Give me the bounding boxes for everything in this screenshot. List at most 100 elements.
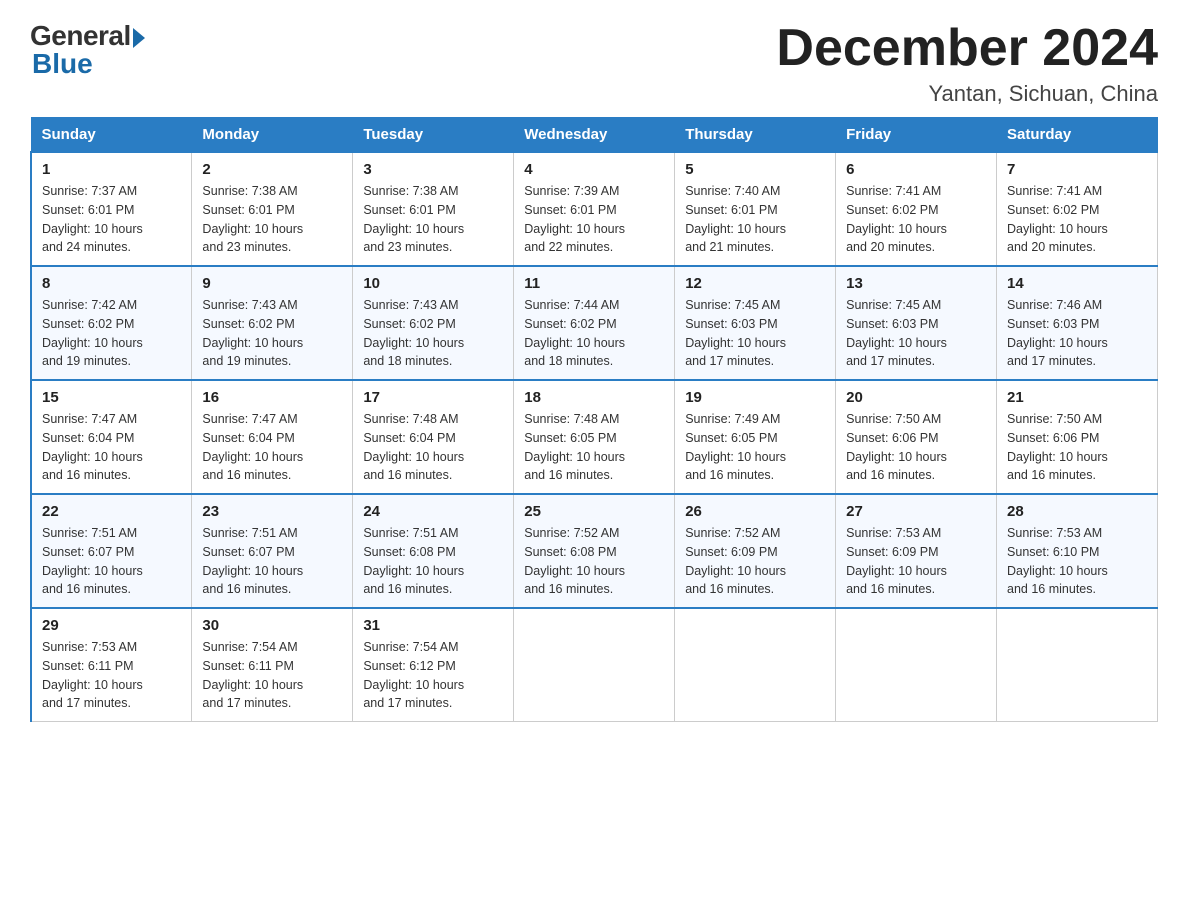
day-info: Sunrise: 7:47 AMSunset: 6:04 PMDaylight:… bbox=[202, 410, 342, 485]
day-number: 18 bbox=[524, 389, 664, 406]
day-info: Sunrise: 7:54 AMSunset: 6:12 PMDaylight:… bbox=[363, 638, 503, 713]
month-title: December 2024 bbox=[776, 20, 1158, 77]
day-number: 30 bbox=[202, 617, 342, 634]
calendar-day-cell: 21 Sunrise: 7:50 AMSunset: 6:06 PMDaylig… bbox=[997, 380, 1158, 494]
day-info: Sunrise: 7:39 AMSunset: 6:01 PMDaylight:… bbox=[524, 182, 664, 257]
logo-arrow-icon bbox=[133, 28, 145, 48]
calendar-day-cell: 1 Sunrise: 7:37 AMSunset: 6:01 PMDayligh… bbox=[31, 152, 192, 266]
day-number: 6 bbox=[846, 161, 986, 178]
calendar-day-cell bbox=[675, 608, 836, 722]
day-info: Sunrise: 7:51 AMSunset: 6:08 PMDaylight:… bbox=[363, 524, 503, 599]
day-info: Sunrise: 7:48 AMSunset: 6:04 PMDaylight:… bbox=[363, 410, 503, 485]
day-number: 5 bbox=[685, 161, 825, 178]
day-number: 24 bbox=[363, 503, 503, 520]
day-number: 15 bbox=[42, 389, 181, 406]
calendar-day-cell: 9 Sunrise: 7:43 AMSunset: 6:02 PMDayligh… bbox=[192, 266, 353, 380]
day-info: Sunrise: 7:51 AMSunset: 6:07 PMDaylight:… bbox=[202, 524, 342, 599]
calendar-day-cell: 11 Sunrise: 7:44 AMSunset: 6:02 PMDaylig… bbox=[514, 266, 675, 380]
calendar-day-cell: 15 Sunrise: 7:47 AMSunset: 6:04 PMDaylig… bbox=[31, 380, 192, 494]
day-info: Sunrise: 7:50 AMSunset: 6:06 PMDaylight:… bbox=[846, 410, 986, 485]
calendar-day-cell: 7 Sunrise: 7:41 AMSunset: 6:02 PMDayligh… bbox=[997, 152, 1158, 266]
day-info: Sunrise: 7:53 AMSunset: 6:11 PMDaylight:… bbox=[42, 638, 181, 713]
calendar-day-cell: 31 Sunrise: 7:54 AMSunset: 6:12 PMDaylig… bbox=[353, 608, 514, 722]
calendar-day-cell: 16 Sunrise: 7:47 AMSunset: 6:04 PMDaylig… bbox=[192, 380, 353, 494]
day-number: 10 bbox=[363, 275, 503, 292]
day-number: 20 bbox=[846, 389, 986, 406]
title-block: December 2024 Yantan, Sichuan, China bbox=[776, 20, 1158, 107]
day-info: Sunrise: 7:40 AMSunset: 6:01 PMDaylight:… bbox=[685, 182, 825, 257]
day-number: 3 bbox=[363, 161, 503, 178]
day-info: Sunrise: 7:41 AMSunset: 6:02 PMDaylight:… bbox=[1007, 182, 1147, 257]
calendar-day-cell: 26 Sunrise: 7:52 AMSunset: 6:09 PMDaylig… bbox=[675, 494, 836, 608]
header-sunday: Sunday bbox=[31, 118, 192, 153]
location-text: Yantan, Sichuan, China bbox=[776, 81, 1158, 107]
calendar-day-cell: 22 Sunrise: 7:51 AMSunset: 6:07 PMDaylig… bbox=[31, 494, 192, 608]
header-thursday: Thursday bbox=[675, 118, 836, 153]
day-info: Sunrise: 7:42 AMSunset: 6:02 PMDaylight:… bbox=[42, 296, 181, 371]
day-info: Sunrise: 7:47 AMSunset: 6:04 PMDaylight:… bbox=[42, 410, 181, 485]
page-header: General Blue December 2024 Yantan, Sichu… bbox=[30, 20, 1158, 107]
day-info: Sunrise: 7:51 AMSunset: 6:07 PMDaylight:… bbox=[42, 524, 181, 599]
calendar-day-cell: 13 Sunrise: 7:45 AMSunset: 6:03 PMDaylig… bbox=[836, 266, 997, 380]
week-row-4: 22 Sunrise: 7:51 AMSunset: 6:07 PMDaylig… bbox=[31, 494, 1158, 608]
day-info: Sunrise: 7:45 AMSunset: 6:03 PMDaylight:… bbox=[685, 296, 825, 371]
day-number: 1 bbox=[42, 161, 181, 178]
day-info: Sunrise: 7:50 AMSunset: 6:06 PMDaylight:… bbox=[1007, 410, 1147, 485]
day-info: Sunrise: 7:49 AMSunset: 6:05 PMDaylight:… bbox=[685, 410, 825, 485]
logo-blue-text: Blue bbox=[32, 48, 93, 80]
day-info: Sunrise: 7:53 AMSunset: 6:09 PMDaylight:… bbox=[846, 524, 986, 599]
day-info: Sunrise: 7:41 AMSunset: 6:02 PMDaylight:… bbox=[846, 182, 986, 257]
day-number: 17 bbox=[363, 389, 503, 406]
day-number: 26 bbox=[685, 503, 825, 520]
calendar-header-row: SundayMondayTuesdayWednesdayThursdayFrid… bbox=[31, 118, 1158, 153]
calendar-day-cell: 17 Sunrise: 7:48 AMSunset: 6:04 PMDaylig… bbox=[353, 380, 514, 494]
day-number: 14 bbox=[1007, 275, 1147, 292]
calendar-day-cell: 24 Sunrise: 7:51 AMSunset: 6:08 PMDaylig… bbox=[353, 494, 514, 608]
header-monday: Monday bbox=[192, 118, 353, 153]
calendar-day-cell: 27 Sunrise: 7:53 AMSunset: 6:09 PMDaylig… bbox=[836, 494, 997, 608]
week-row-2: 8 Sunrise: 7:42 AMSunset: 6:02 PMDayligh… bbox=[31, 266, 1158, 380]
calendar-day-cell bbox=[836, 608, 997, 722]
header-wednesday: Wednesday bbox=[514, 118, 675, 153]
calendar-day-cell: 28 Sunrise: 7:53 AMSunset: 6:10 PMDaylig… bbox=[997, 494, 1158, 608]
day-number: 8 bbox=[42, 275, 181, 292]
day-info: Sunrise: 7:45 AMSunset: 6:03 PMDaylight:… bbox=[846, 296, 986, 371]
calendar-day-cell: 4 Sunrise: 7:39 AMSunset: 6:01 PMDayligh… bbox=[514, 152, 675, 266]
day-info: Sunrise: 7:52 AMSunset: 6:08 PMDaylight:… bbox=[524, 524, 664, 599]
day-info: Sunrise: 7:48 AMSunset: 6:05 PMDaylight:… bbox=[524, 410, 664, 485]
day-number: 29 bbox=[42, 617, 181, 634]
day-number: 31 bbox=[363, 617, 503, 634]
day-number: 21 bbox=[1007, 389, 1147, 406]
calendar-day-cell: 29 Sunrise: 7:53 AMSunset: 6:11 PMDaylig… bbox=[31, 608, 192, 722]
day-number: 25 bbox=[524, 503, 664, 520]
day-number: 7 bbox=[1007, 161, 1147, 178]
day-number: 11 bbox=[524, 275, 664, 292]
day-number: 27 bbox=[846, 503, 986, 520]
calendar-day-cell: 18 Sunrise: 7:48 AMSunset: 6:05 PMDaylig… bbox=[514, 380, 675, 494]
header-saturday: Saturday bbox=[997, 118, 1158, 153]
calendar-day-cell: 5 Sunrise: 7:40 AMSunset: 6:01 PMDayligh… bbox=[675, 152, 836, 266]
day-number: 19 bbox=[685, 389, 825, 406]
calendar-day-cell: 25 Sunrise: 7:52 AMSunset: 6:08 PMDaylig… bbox=[514, 494, 675, 608]
week-row-1: 1 Sunrise: 7:37 AMSunset: 6:01 PMDayligh… bbox=[31, 152, 1158, 266]
week-row-5: 29 Sunrise: 7:53 AMSunset: 6:11 PMDaylig… bbox=[31, 608, 1158, 722]
day-number: 16 bbox=[202, 389, 342, 406]
day-number: 28 bbox=[1007, 503, 1147, 520]
calendar-day-cell: 6 Sunrise: 7:41 AMSunset: 6:02 PMDayligh… bbox=[836, 152, 997, 266]
day-info: Sunrise: 7:52 AMSunset: 6:09 PMDaylight:… bbox=[685, 524, 825, 599]
calendar-day-cell: 14 Sunrise: 7:46 AMSunset: 6:03 PMDaylig… bbox=[997, 266, 1158, 380]
day-info: Sunrise: 7:43 AMSunset: 6:02 PMDaylight:… bbox=[363, 296, 503, 371]
day-number: 22 bbox=[42, 503, 181, 520]
calendar-day-cell: 23 Sunrise: 7:51 AMSunset: 6:07 PMDaylig… bbox=[192, 494, 353, 608]
header-friday: Friday bbox=[836, 118, 997, 153]
day-number: 12 bbox=[685, 275, 825, 292]
day-number: 4 bbox=[524, 161, 664, 178]
day-number: 13 bbox=[846, 275, 986, 292]
day-info: Sunrise: 7:38 AMSunset: 6:01 PMDaylight:… bbox=[202, 182, 342, 257]
day-number: 23 bbox=[202, 503, 342, 520]
calendar-day-cell: 2 Sunrise: 7:38 AMSunset: 6:01 PMDayligh… bbox=[192, 152, 353, 266]
day-info: Sunrise: 7:38 AMSunset: 6:01 PMDaylight:… bbox=[363, 182, 503, 257]
calendar-day-cell bbox=[997, 608, 1158, 722]
calendar-day-cell: 3 Sunrise: 7:38 AMSunset: 6:01 PMDayligh… bbox=[353, 152, 514, 266]
calendar-day-cell: 12 Sunrise: 7:45 AMSunset: 6:03 PMDaylig… bbox=[675, 266, 836, 380]
